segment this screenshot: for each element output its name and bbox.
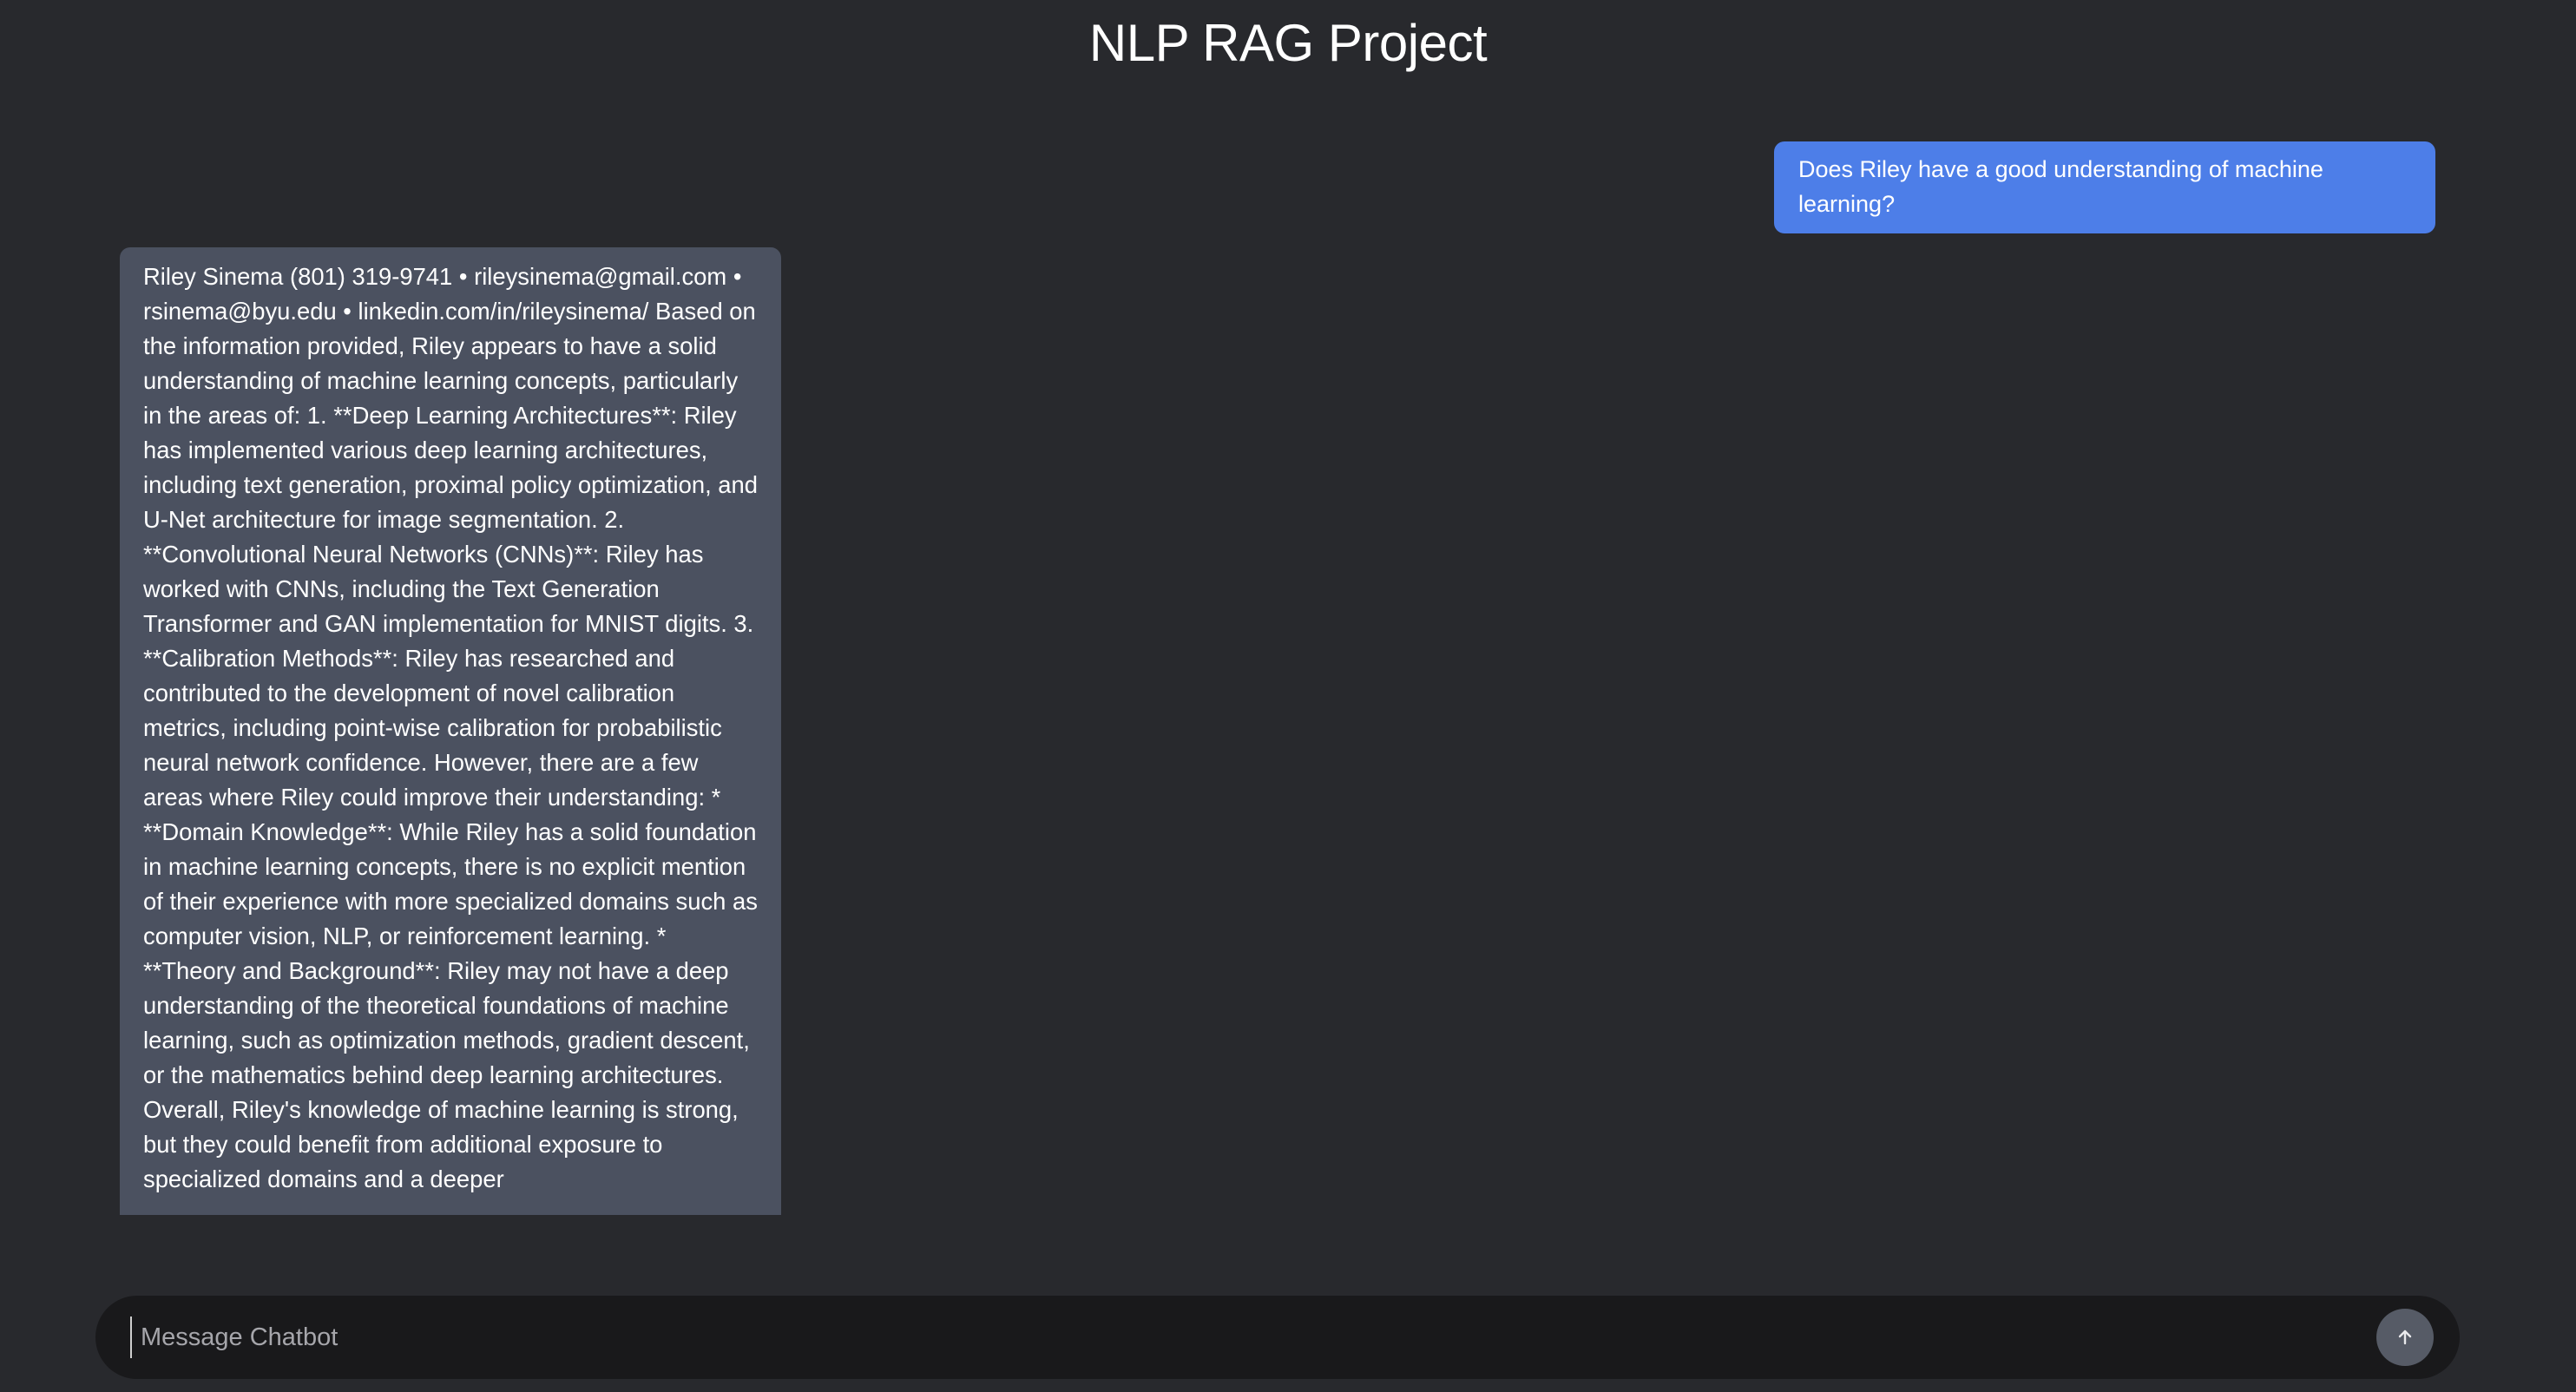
user-message: Does Riley have a good understanding of … — [1774, 141, 2435, 233]
chat-page: NLP RAG Project Does Riley have a good u… — [0, 0, 2576, 1392]
page-title: NLP RAG Project — [1088, 14, 1488, 72]
message-input[interactable] — [130, 1316, 2362, 1358]
chat-history[interactable]: Does Riley have a good understanding of … — [0, 121, 2576, 1215]
arrow-up-icon — [2395, 1327, 2415, 1348]
bot-message: Riley Sinema (801) 319-9741 • rileysinem… — [120, 247, 781, 1215]
message-composer — [95, 1296, 2460, 1379]
send-button[interactable] — [2376, 1309, 2434, 1366]
